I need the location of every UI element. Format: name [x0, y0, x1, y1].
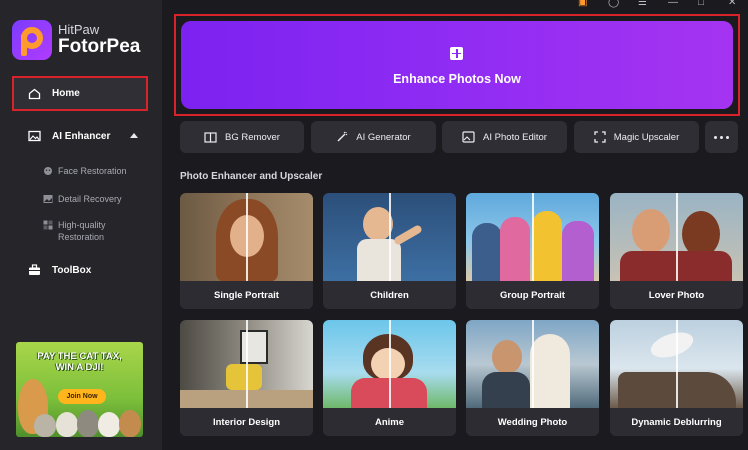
brand-sub: HitPaw [58, 22, 100, 38]
plus-icon [450, 47, 463, 60]
photo-edit-icon [462, 131, 475, 143]
sidebar-item-ai-enhancer[interactable]: AI Enhancer [28, 127, 148, 145]
minimize-icon[interactable]: — [668, 0, 678, 8]
ai-generator-button[interactable]: AI Generator [311, 121, 436, 153]
card-wedding-photo[interactable]: Wedding Photo [466, 320, 599, 436]
card-label: Dynamic Deblurring [610, 408, 743, 436]
magic-wand-icon [337, 131, 348, 142]
close-icon[interactable]: ✕ [728, 0, 736, 8]
window-titlebar: ▣ ◯ ☰ — □ ✕ [570, 0, 748, 8]
card-interior-design[interactable]: Interior Design [180, 320, 313, 436]
join-now-button[interactable]: Join Now [58, 389, 106, 404]
cart-icon[interactable]: ▣ [578, 0, 587, 8]
brand-title: FotorPea [58, 35, 141, 57]
more-icon [714, 135, 717, 139]
card-label: Interior Design [180, 408, 313, 436]
account-icon[interactable]: ◯ [608, 0, 619, 8]
sidebar-item-toolbox[interactable]: ToolBox [28, 264, 91, 276]
expand-icon [594, 131, 606, 143]
menu-icon[interactable]: ☰ [638, 0, 647, 8]
chevron-up-icon [130, 133, 138, 138]
sidebar-item-home[interactable]: Home [12, 76, 148, 111]
face-icon [44, 167, 52, 175]
maximize-icon[interactable]: □ [698, 0, 704, 8]
card-label: Anime [323, 408, 456, 436]
card-dynamic-deblurring[interactable]: Dynamic Deblurring [610, 320, 743, 436]
card-group-portrait[interactable]: Group Portrait [466, 193, 599, 309]
sidebar: HitPaw FotorPea Home AI Enhancer Face Re… [0, 0, 162, 450]
card-label: Single Portrait [180, 281, 313, 309]
promo-banner[interactable]: PAY THE CAT TAX, WIN A DJI! Join Now [16, 342, 143, 437]
card-label: Group Portrait [466, 281, 599, 309]
card-anime[interactable]: Anime [323, 320, 456, 436]
sidebar-item-face-restoration[interactable]: Face Restoration [43, 165, 127, 177]
sidebar-item-label: ToolBox [52, 264, 92, 276]
magic-upscaler-button[interactable]: Magic Upscaler [574, 121, 699, 153]
restoration-icon [43, 220, 53, 230]
card-single-portrait[interactable]: Single Portrait [180, 193, 313, 309]
more-tools-button[interactable] [705, 121, 738, 153]
sidebar-item-high-quality-restoration[interactable]: High-quality Restoration [43, 219, 106, 243]
app-logo: HitPaw FotorPea [12, 20, 140, 60]
ai-photo-editor-button[interactable]: AI Photo Editor [442, 121, 567, 153]
sidebar-item-label: Home [52, 88, 80, 99]
home-icon [28, 88, 41, 99]
sidebar-item-label: AI Enhancer [52, 130, 111, 142]
card-label: Lover Photo [610, 281, 743, 309]
enhance-photos-banner[interactable] [181, 21, 733, 109]
card-lover-photo[interactable]: Lover Photo [610, 193, 743, 309]
sidebar-item-detail-recovery[interactable]: Detail Recovery [43, 193, 122, 205]
card-children[interactable]: Children [323, 193, 456, 309]
section-title: Photo Enhancer and Upscaler [180, 171, 323, 182]
card-label: Children [323, 281, 456, 309]
bg-remover-button[interactable]: BG Remover [180, 121, 304, 153]
fotorpea-logo-icon [12, 20, 52, 60]
bg-remover-icon [204, 131, 217, 143]
promo-title: PAY THE CAT TAX, WIN A DJI! [37, 351, 122, 374]
image-icon [43, 195, 53, 203]
enhance-photos-label: Enhance Photos Now [393, 72, 521, 86]
toolbox-icon [29, 264, 40, 275]
card-label: Wedding Photo [466, 408, 599, 436]
image-enhance-icon [28, 130, 41, 142]
